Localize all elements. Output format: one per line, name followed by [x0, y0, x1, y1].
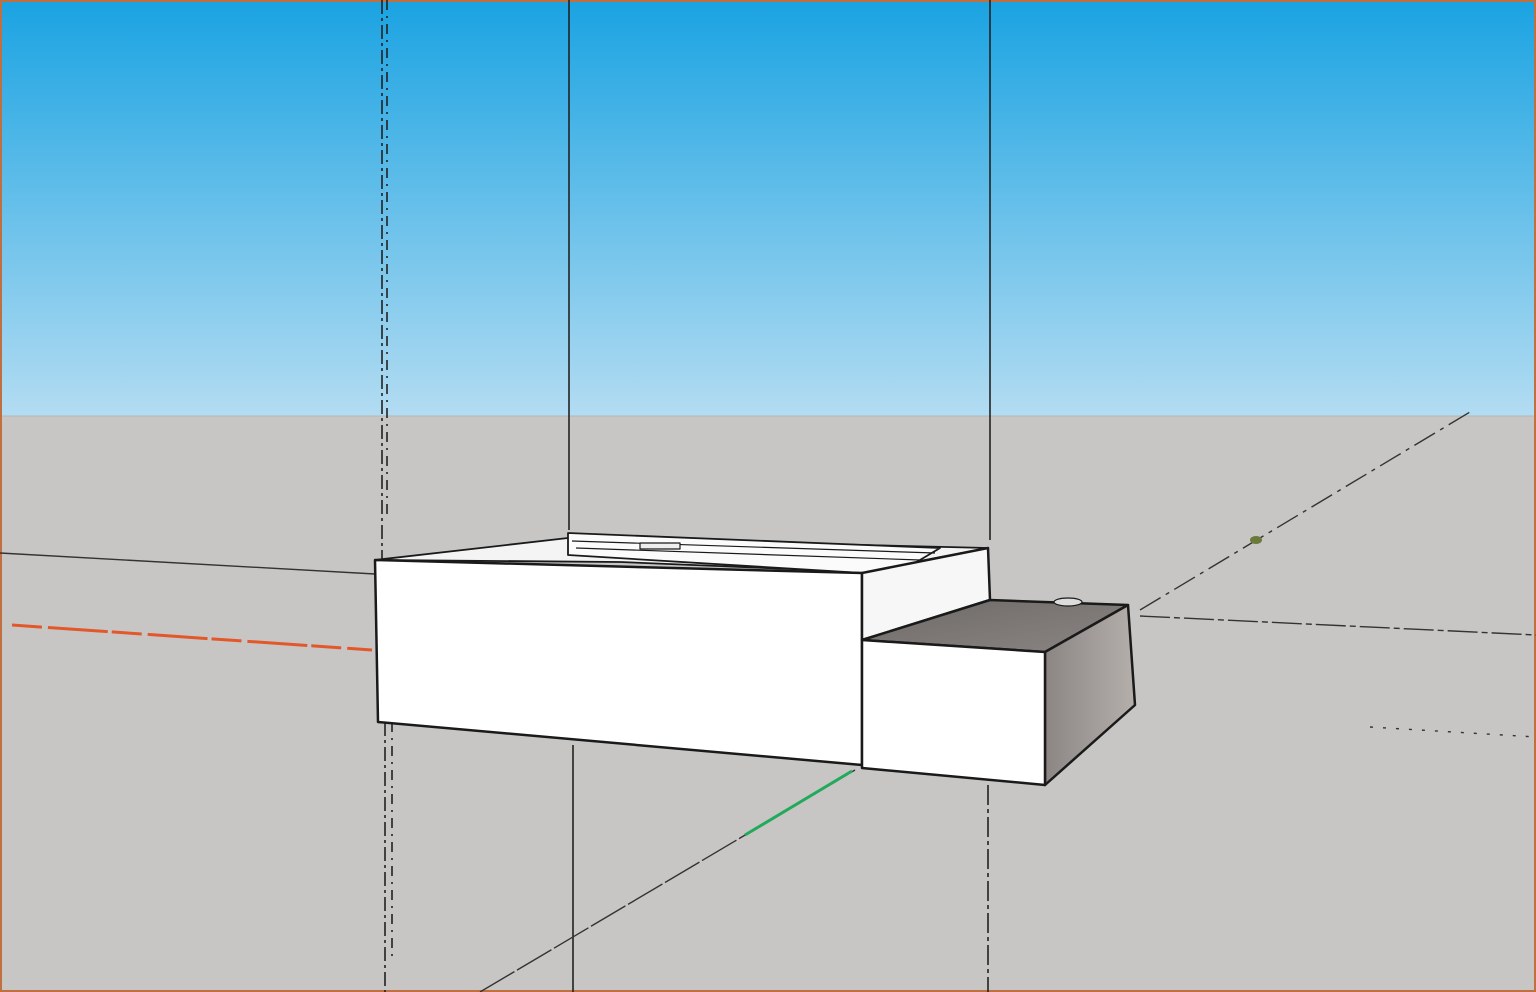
scene-canvas[interactable]	[0, 0, 1536, 992]
sky	[0, 0, 1536, 416]
inference-point	[1250, 536, 1262, 544]
small-box-top-detail	[1053, 597, 1083, 607]
small-box-front-face	[860, 638, 1047, 787]
3d-viewport[interactable]	[0, 0, 1536, 992]
lid-handle	[639, 542, 681, 550]
